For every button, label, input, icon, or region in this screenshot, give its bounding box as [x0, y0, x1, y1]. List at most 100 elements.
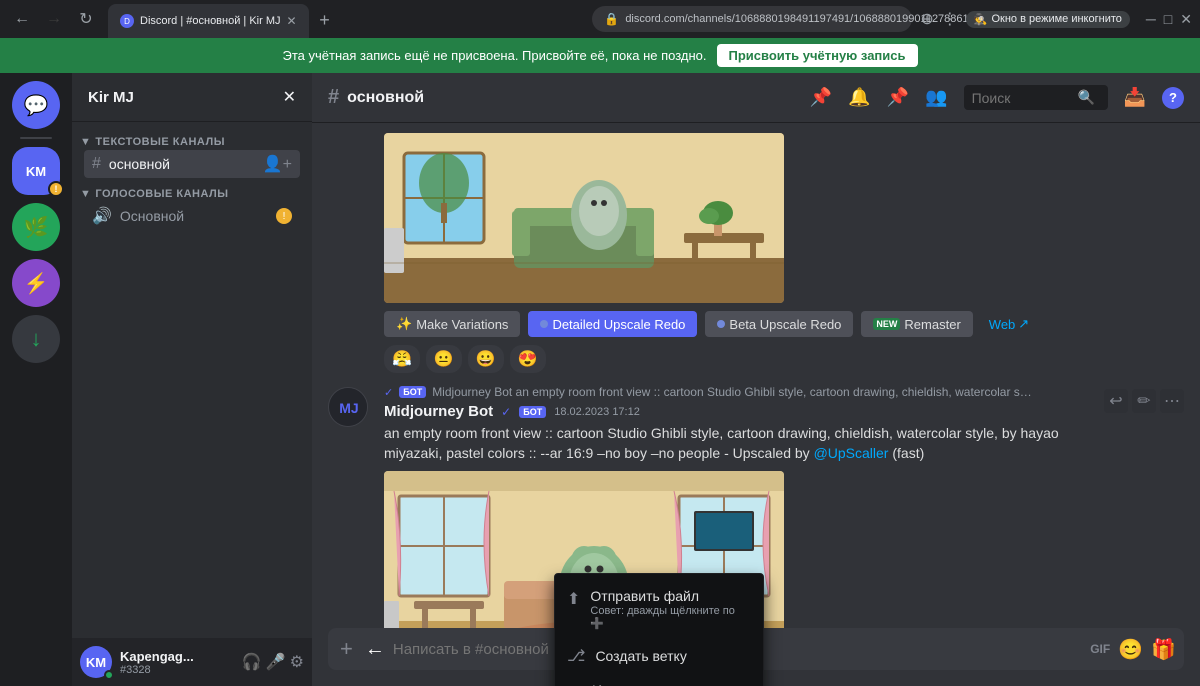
headphone-icon[interactable]: 🎧	[242, 652, 262, 672]
verified-icon: ✓	[501, 405, 511, 419]
server-icon-download[interactable]: ↓	[12, 315, 60, 363]
pin2-icon[interactable]: 📌	[887, 87, 909, 108]
incognito-badge: 🕵 Окно в режиме инкогнито	[966, 11, 1130, 28]
server-icon-kir-mj[interactable]: KM !	[12, 147, 60, 195]
channel-add-icon[interactable]: 👤+	[263, 154, 292, 174]
claim-account-btn[interactable]: Присвоить учётную запись	[717, 44, 918, 67]
category-chevron-voice-icon: ▼	[80, 188, 91, 200]
emoji-btn-input[interactable]: 😊	[1118, 637, 1143, 662]
speaker-icon: 🔊	[92, 206, 112, 226]
text-channels-category: ▼ ТЕКСТОВЫЕ КАНАЛЫ # основной 👤+	[72, 130, 312, 182]
channel-header: # основной 📌 🔔 📌 👥 🔍 📥 ?	[312, 73, 1200, 123]
message-header-2: Midjourney Bot ✓ БОТ 18.02.2023 17:12	[384, 403, 1088, 420]
tab-title: Discord | #основной | Kir MJ	[140, 15, 281, 27]
context-menu-item-upload[interactable]: ⬆ Отправить файл Совет: дважды щёлкните …	[555, 580, 763, 638]
channel-name: основной	[109, 156, 170, 172]
browser-tabs: D Discord | #основной | Kir MJ ✕ +	[108, 0, 584, 38]
channel-item-voice-osnovno[interactable]: 🔊 Основной !	[84, 202, 300, 230]
chat-input-right: GIF 😊 🎁	[1090, 637, 1176, 662]
channel-item-osnovno[interactable]: # основной 👤+	[84, 150, 300, 178]
inbox-icon[interactable]: 📥	[1124, 87, 1146, 108]
react-icon[interactable]: ↩	[1104, 389, 1128, 413]
notification-text: Эта учётная запись ещё не присвоена. При…	[283, 48, 707, 63]
message-row-1: ✨ Make Variations Detailed Upscale Redo …	[328, 131, 1184, 379]
channel-hash-icon: #	[328, 86, 339, 109]
discord-app: 💬 KM ! 🌿 ⚡ ↓ Kir MJ ✕ ▼ ТЕКСТОВЫЕ КАНАЛЫ…	[0, 73, 1200, 686]
channel-sidebar: Kir MJ ✕ ▼ ТЕКСТОВЫЕ КАНАЛЫ # основной 👤…	[72, 73, 312, 686]
emoji-btn-neutral[interactable]: 😐	[426, 345, 462, 373]
address-bar[interactable]: 🔒 discord.com/channels/10688801984911974…	[592, 6, 912, 32]
emoji-btn-angry[interactable]: 😤	[384, 345, 420, 373]
message-text-2: an empty room front view :: cartoon Stud…	[384, 424, 1088, 463]
minimize-btn[interactable]: ─	[1146, 11, 1156, 27]
context-menu: ⬆ Отправить файл Совет: дважды щёлкните …	[554, 573, 764, 686]
help-icon[interactable]: ?	[1162, 87, 1184, 109]
server-name: Kir MJ	[88, 89, 134, 106]
web-btn-1[interactable]: Web ↗	[981, 311, 1037, 337]
prompt-preview-text: Midjourney Bot an empty room front view …	[432, 385, 1032, 399]
remaster-btn-1[interactable]: NEW Remaster	[861, 311, 972, 337]
browser-forward-btn[interactable]: →	[40, 5, 68, 33]
server-icon-purple[interactable]: ⚡	[12, 259, 60, 307]
browser-chrome: ← → ↻ D Discord | #основной | Kir MJ ✕ +…	[0, 0, 1200, 38]
gift-btn[interactable]: 🎁	[1151, 637, 1176, 662]
server-icon-green[interactable]: 🌿	[12, 203, 60, 251]
search-input[interactable]	[972, 90, 1072, 106]
user-avatar: KM	[80, 646, 112, 678]
upload-icon: ⬆	[567, 589, 580, 609]
maximize-btn[interactable]: □	[1164, 11, 1172, 27]
microphone-icon[interactable]: 🎤	[266, 652, 286, 672]
gif-btn[interactable]: GIF	[1090, 642, 1110, 656]
emoji-btn-heart-eyes[interactable]: 😍	[510, 345, 546, 373]
upload-label: Отправить файл	[590, 588, 751, 604]
more-options-icon[interactable]: ⋯	[1160, 389, 1184, 413]
edit-icon[interactable]: ✏	[1132, 389, 1156, 413]
message-time-2: 18.02.2023 17:12	[554, 406, 640, 418]
browser-back-btn[interactable]: ←	[8, 5, 36, 33]
server-name-header[interactable]: Kir MJ ✕	[72, 73, 312, 122]
search-bar[interactable]: 🔍	[964, 85, 1108, 110]
detailed-upscale-redo-btn[interactable]: Detailed Upscale Redo	[528, 311, 697, 337]
bot-badge: БОТ	[519, 406, 546, 418]
server-dropdown-icon: ✕	[283, 87, 296, 107]
members-icon[interactable]: 👥	[925, 87, 947, 108]
browser-refresh-btn[interactable]: ↻	[72, 5, 100, 33]
category-header-text[interactable]: ▼ ТЕКСТОВЫЕ КАНАЛЫ	[80, 136, 304, 148]
online-status-indicator	[104, 670, 114, 680]
browser-extensions: ⊕ ⋮ 🕵 Окно в режиме инкогнито	[920, 9, 1130, 29]
settings-icon[interactable]: ⚙	[290, 652, 304, 672]
voice-notification-badge: !	[276, 208, 292, 224]
channel-list: ▼ ТЕКСТОВЫЕ КАНАЛЫ # основной 👤+ ▼ ГОЛОС…	[72, 122, 312, 638]
server-icon-home[interactable]: 💬	[12, 81, 60, 129]
prompt-preview: ✓ БОТ Midjourney Bot an empty room front…	[384, 385, 1088, 399]
add-content-btn[interactable]: +	[336, 628, 357, 670]
username: Kapengag...	[120, 649, 234, 664]
apps-label: Использовать приложения	[592, 682, 751, 686]
server-divider	[20, 137, 52, 139]
emoji-row-1: 😤 😐 😀 😍	[384, 345, 1184, 373]
window-controls: ─ □ ✕	[1146, 11, 1192, 28]
thread-icon: ⎇	[567, 646, 585, 666]
beta-upscale-redo-btn-1[interactable]: Beta Upscale Redo	[705, 311, 853, 337]
user-panel: KM Kapengag... #3328 🎧 🎤 ⚙	[72, 638, 312, 686]
category-header-voice[interactable]: ▼ ГОЛОСОВЫЕ КАНАЛЫ	[80, 188, 304, 200]
hash-icon: #	[92, 155, 101, 173]
close-btn[interactable]: ✕	[1180, 11, 1192, 28]
external-link-icon: ↗	[1018, 316, 1029, 332]
emoji-btn-smile[interactable]: 😀	[468, 345, 504, 373]
context-menu-item-thread[interactable]: ⎇ Создать ветку	[555, 638, 763, 674]
context-menu-item-apps[interactable]: ▣ Использовать приложения	[555, 674, 763, 686]
active-tab[interactable]: D Discord | #основной | Kir MJ ✕	[108, 4, 309, 38]
thread-label: Создать ветку	[595, 648, 686, 664]
new-tab-btn[interactable]: +	[311, 6, 339, 34]
make-variations-btn[interactable]: ✨ Make Variations	[384, 311, 520, 337]
main-content: # основной 📌 🔔 📌 👥 🔍 📥 ?	[312, 73, 1200, 686]
pin-icon[interactable]: 📌	[810, 87, 832, 108]
upscale-suffix: - Upscaled by @UpScaller (fast)	[724, 445, 924, 461]
message-actions-2: ↩ ✏ ⋯	[1104, 389, 1184, 413]
tab-close-icon[interactable]: ✕	[287, 14, 297, 28]
search-icon: 🔍	[1078, 89, 1095, 106]
messages-area: ✨ Make Variations Detailed Upscale Redo …	[312, 123, 1200, 628]
user-tag: #3328	[120, 664, 234, 676]
bell-icon[interactable]: 🔔	[848, 87, 870, 108]
